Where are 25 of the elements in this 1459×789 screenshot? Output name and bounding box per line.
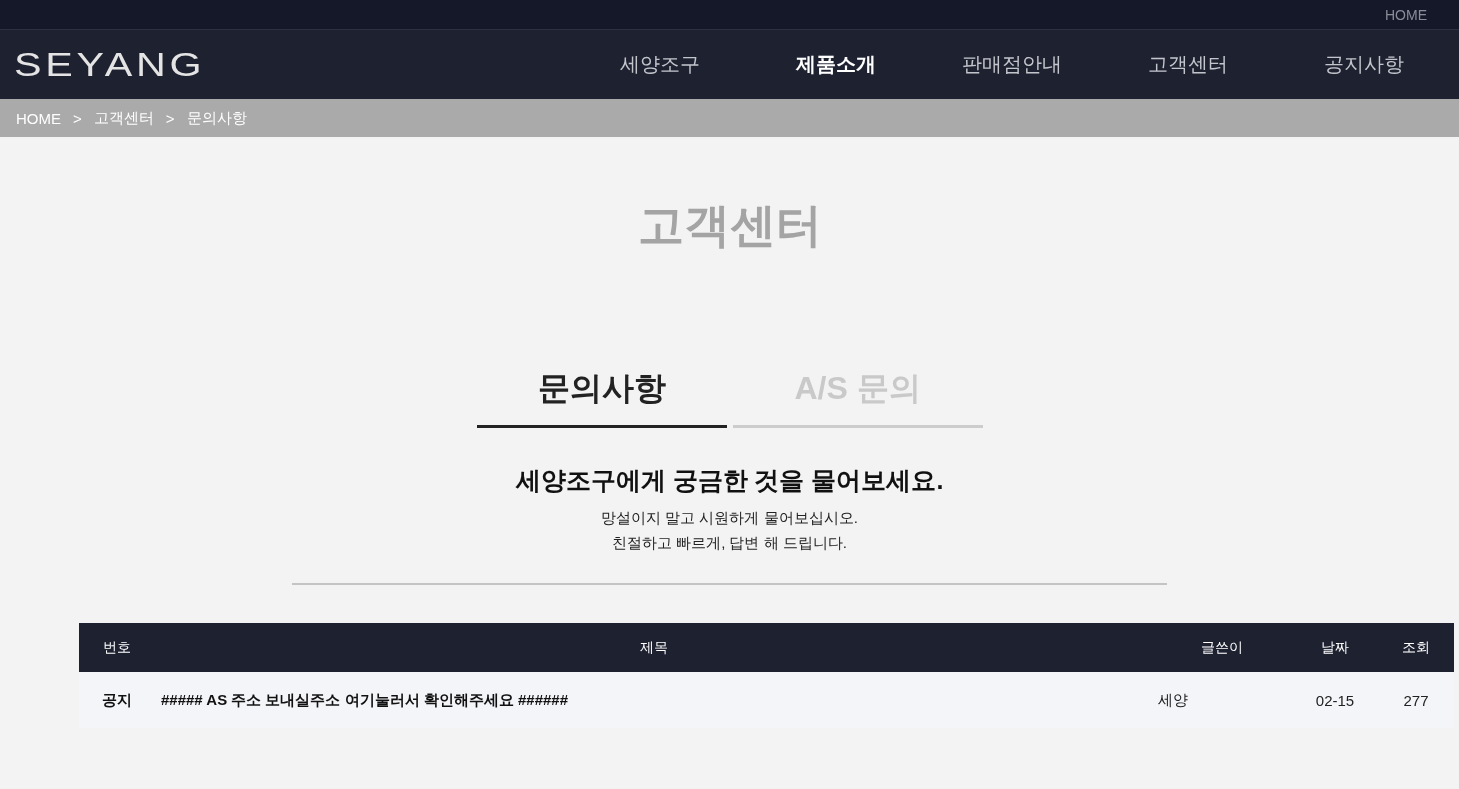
views-cell-text: 277 <box>1402 691 1430 709</box>
column-header: 조회 <box>1401 638 1431 657</box>
post-title-link[interactable]: ##### AS 주소 보내실주소 여기눌러서 확인해주세요 ###### <box>155 690 1152 710</box>
column-header: 글쓴이 <box>1200 638 1244 657</box>
breadcrumb-item: > <box>165 109 175 127</box>
page-title: 고객센터 <box>637 198 822 253</box>
intro-text: 친절하고 빠르게, 답변 해 드립니다. <box>612 533 847 553</box>
logo[interactable]: SEYANG <box>14 45 206 84</box>
home-link[interactable]: HOME <box>1385 6 1427 23</box>
table-row[interactable]: 공지 ##### AS 주소 보내실주소 여기눌러서 확인해주세요 ###### 세양 02-15 277 <box>79 672 1454 728</box>
intro-heading: 세양조구에게 궁금한 것을 물어보세요. <box>515 465 944 496</box>
author-cell-text: 세양 <box>1157 690 1189 710</box>
nav-link[interactable]: 고객센터 <box>1100 51 1276 78</box>
nav-link[interactable]: 제품소개 <box>748 51 924 78</box>
nav-link[interactable]: 세양조구 <box>572 51 748 78</box>
intro-text: 망설이지 말고 시원하게 물어보십시오. <box>601 508 858 528</box>
nav-link[interactable]: 판매점안내 <box>924 51 1100 78</box>
nav-link[interactable]: 공지사항 <box>1276 51 1452 78</box>
tab[interactable]: 문의사항 <box>476 367 727 428</box>
breadcrumb-item: > <box>73 109 82 127</box>
date-cell-text: 02-15 <box>1314 691 1356 709</box>
column-header: 날짜 <box>1320 638 1350 657</box>
column-header: 제목 <box>638 638 669 657</box>
column-header: 번호 <box>102 638 132 657</box>
number-cell-text: 공지 <box>101 690 133 710</box>
